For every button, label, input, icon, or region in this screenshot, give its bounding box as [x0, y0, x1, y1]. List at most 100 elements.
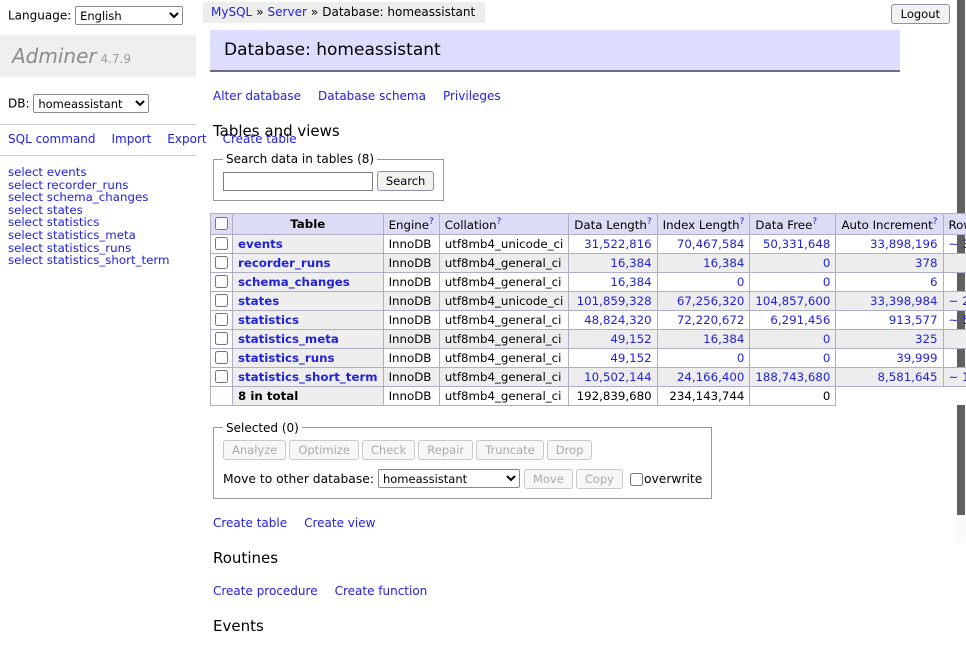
breadcrumb-link[interactable]: MySQL: [211, 5, 252, 19]
row-checkbox[interactable]: [215, 370, 228, 383]
move-button[interactable]: Move: [524, 469, 573, 489]
sidebar-link-sql-command[interactable]: SQL command: [8, 132, 95, 146]
data-free-link[interactable]: 0: [823, 332, 831, 346]
row-checkbox[interactable]: [215, 256, 228, 269]
truncate-button[interactable]: Truncate: [476, 440, 544, 460]
sidebar-table-link-select-statistics-meta[interactable]: select statistics_meta: [8, 229, 196, 242]
rows-link[interactable]: ~ 136,108: [949, 370, 966, 384]
row-checkbox[interactable]: [215, 237, 228, 250]
sidebar-table-link-select-statistics-short-term[interactable]: select statistics_short_term: [8, 254, 196, 267]
optimize-button[interactable]: Optimize: [289, 440, 359, 460]
tables-heading: Tables and views: [213, 122, 900, 140]
data-length-link[interactable]: 101,859,328: [577, 294, 652, 308]
copy-button[interactable]: Copy: [576, 469, 623, 489]
data-free-link[interactable]: 0: [823, 275, 831, 289]
collation-cell: utf8mb4_unicode_ci: [439, 234, 569, 253]
sidebar-link-export[interactable]: Export: [167, 132, 206, 146]
data-free-link[interactable]: 188,743,680: [755, 370, 830, 384]
data-length-link[interactable]: 48,824,320: [584, 313, 652, 327]
data-length-link[interactable]: 49,152: [610, 351, 651, 365]
auto-increment-link[interactable]: 33,398,984: [870, 294, 938, 308]
rows-cell: ~ 244: [943, 329, 966, 348]
index-length-link[interactable]: 16,384: [703, 332, 744, 346]
routine-link-create-function[interactable]: Create function: [335, 584, 428, 598]
index-length-link[interactable]: 16,384: [703, 256, 744, 270]
table-name-link[interactable]: events: [238, 237, 283, 251]
data-length-link[interactable]: 31,522,816: [584, 237, 652, 251]
data-free-link[interactable]: 104,857,600: [755, 294, 830, 308]
data-length-link[interactable]: 10,502,144: [584, 370, 652, 384]
column-hint-link[interactable]: ?: [812, 217, 817, 227]
column-header-data-free: Data Free?: [750, 214, 836, 235]
column-hint-link[interactable]: ?: [497, 217, 502, 227]
engine-cell: InnoDB: [383, 367, 439, 386]
auto-increment-link[interactable]: 913,577: [889, 313, 938, 327]
table-name-link[interactable]: schema_changes: [238, 275, 350, 289]
auto-increment-link[interactable]: 8,581,645: [877, 370, 937, 384]
db-select[interactable]: homeassistant: [33, 94, 149, 113]
overwrite-label: overwrite: [644, 472, 702, 486]
sidebar-table-link-select-events[interactable]: select events: [8, 166, 196, 179]
auto-increment-link[interactable]: 33,898,196: [870, 237, 938, 251]
data-length-link[interactable]: 49,152: [610, 332, 651, 346]
auto-increment-link[interactable]: 39,999: [896, 351, 937, 365]
db-link-database-schema[interactable]: Database schema: [318, 89, 426, 103]
index-length-link[interactable]: 24,166,400: [677, 370, 745, 384]
table-name-cell: statistics: [233, 310, 384, 329]
drop-button[interactable]: Drop: [547, 440, 593, 460]
routine-link-create-procedure[interactable]: Create procedure: [213, 584, 318, 598]
data-free-link[interactable]: 0: [823, 351, 831, 365]
move-db-select[interactable]: homeassistant: [378, 469, 520, 488]
language-select[interactable]: English: [75, 6, 183, 25]
index-length-link[interactable]: 67,256,320: [677, 294, 745, 308]
table-name-link[interactable]: recorder_runs: [238, 256, 331, 270]
overwrite-checkbox[interactable]: [630, 473, 643, 486]
index-length-link[interactable]: 0: [737, 275, 745, 289]
row-checkbox[interactable]: [215, 351, 228, 364]
index-length-cell: 67,256,320: [657, 291, 750, 310]
db-link-alter-database[interactable]: Alter database: [213, 89, 301, 103]
select-all-checkbox[interactable]: [215, 217, 228, 230]
routines-heading: Routines: [213, 549, 900, 567]
rows-link[interactable]: ~ 299,833: [949, 294, 966, 308]
create-link-create-table[interactable]: Create table: [213, 516, 287, 530]
data-free-link[interactable]: 6,291,456: [770, 313, 830, 327]
rows-link[interactable]: ~ 569,159: [949, 313, 966, 327]
breadcrumb-link[interactable]: Server: [268, 5, 307, 19]
row-checkbox[interactable]: [215, 294, 228, 307]
column-hint-link[interactable]: ?: [740, 217, 745, 227]
row-checkbox[interactable]: [215, 275, 228, 288]
sidebar-table-link-select-schema-changes[interactable]: select schema_changes: [8, 191, 196, 204]
create-link-create-view[interactable]: Create view: [304, 516, 375, 530]
auto-increment-link[interactable]: 325: [915, 332, 938, 346]
table-name-link[interactable]: statistics_meta: [238, 332, 339, 346]
row-checkbox[interactable]: [215, 332, 228, 345]
auto-increment-link[interactable]: 6: [930, 275, 938, 289]
index-length-link[interactable]: 72,220,672: [677, 313, 745, 327]
repair-button[interactable]: Repair: [418, 440, 473, 460]
table-name-link[interactable]: states: [238, 294, 279, 308]
table-name-link[interactable]: statistics: [238, 313, 299, 327]
index-length-link[interactable]: 0: [737, 351, 745, 365]
check-button[interactable]: Check: [362, 440, 415, 460]
rows-link[interactable]: ~ 312,180: [949, 237, 966, 251]
table-name-link[interactable]: statistics_runs: [238, 351, 335, 365]
search-input[interactable]: [223, 172, 373, 191]
data-length-link[interactable]: 16,384: [610, 275, 651, 289]
data-free-cell: 0: [750, 253, 836, 272]
search-button[interactable]: Search: [377, 171, 435, 191]
index-length-link[interactable]: 70,467,584: [677, 237, 745, 251]
analyze-button[interactable]: Analyze: [223, 440, 286, 460]
db-link-privileges[interactable]: Privileges: [443, 89, 501, 103]
data-free-link[interactable]: 50,331,648: [763, 237, 831, 251]
column-hint-link[interactable]: ?: [429, 217, 434, 227]
sidebar-link-import[interactable]: Import: [111, 132, 151, 146]
auto-increment-link[interactable]: 378: [915, 256, 938, 270]
data-length-link[interactable]: 16,384: [610, 256, 651, 270]
row-checkbox[interactable]: [215, 313, 228, 326]
table-name-link[interactable]: statistics_short_term: [238, 370, 378, 384]
data-free-link[interactable]: 0: [823, 256, 831, 270]
column-hint-link[interactable]: ?: [933, 217, 938, 227]
row-checkbox-cell: [211, 310, 233, 329]
column-hint-link[interactable]: ?: [647, 217, 652, 227]
